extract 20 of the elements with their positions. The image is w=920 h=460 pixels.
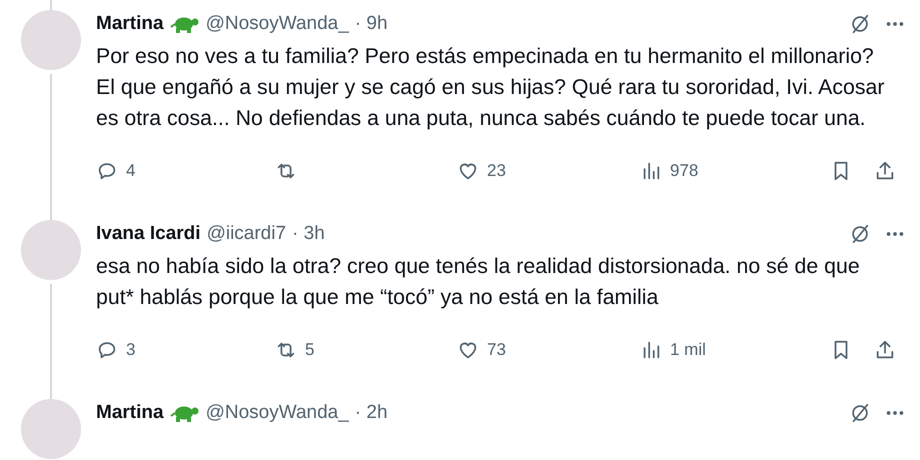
timestamp[interactable]: · 2h: [354, 402, 388, 424]
display-name[interactable]: Ivana Icardi: [96, 223, 201, 245]
timestamp[interactable]: · 3h: [292, 223, 325, 245]
share-icon[interactable]: [874, 160, 896, 182]
user-handle[interactable]: @NosoyWanda_: [206, 13, 349, 35]
user-handle[interactable]: @iicardi7: [206, 223, 286, 245]
timestamp[interactable]: · 9h: [354, 13, 388, 35]
display-name[interactable]: Martina: [96, 13, 164, 35]
view-count: 978: [670, 161, 698, 181]
reply-count: 3: [126, 340, 136, 360]
tweet-text: esa no había sido la otra? creo que tenés la realidad distorsionada. no sé de que put* hablás porque la que me “tocó” ya no está en la familia: [96, 253, 861, 311]
like-count: 23: [487, 161, 506, 181]
tweet-text: Por eso no ves a tu familia? Pero estás empecinada en tu hermanito el millonario? El que engañó a su mujer y se cagó en sus hijas? Qué rara tu sororidad, Ivi. Acosar es otra cosa... No defiendas a una puta, nunca sabés cuándo te puede tocar una.: [96, 43, 886, 132]
share-icon[interactable]: [874, 339, 896, 361]
view-count: 1 mil: [670, 340, 706, 360]
retweet-count: 5: [305, 340, 314, 360]
like-count: 73: [487, 340, 506, 360]
display-name[interactable]: Martina: [96, 402, 164, 424]
reply-count: 4: [126, 161, 136, 181]
user-handle[interactable]: @NosoyWanda_: [206, 402, 349, 424]
